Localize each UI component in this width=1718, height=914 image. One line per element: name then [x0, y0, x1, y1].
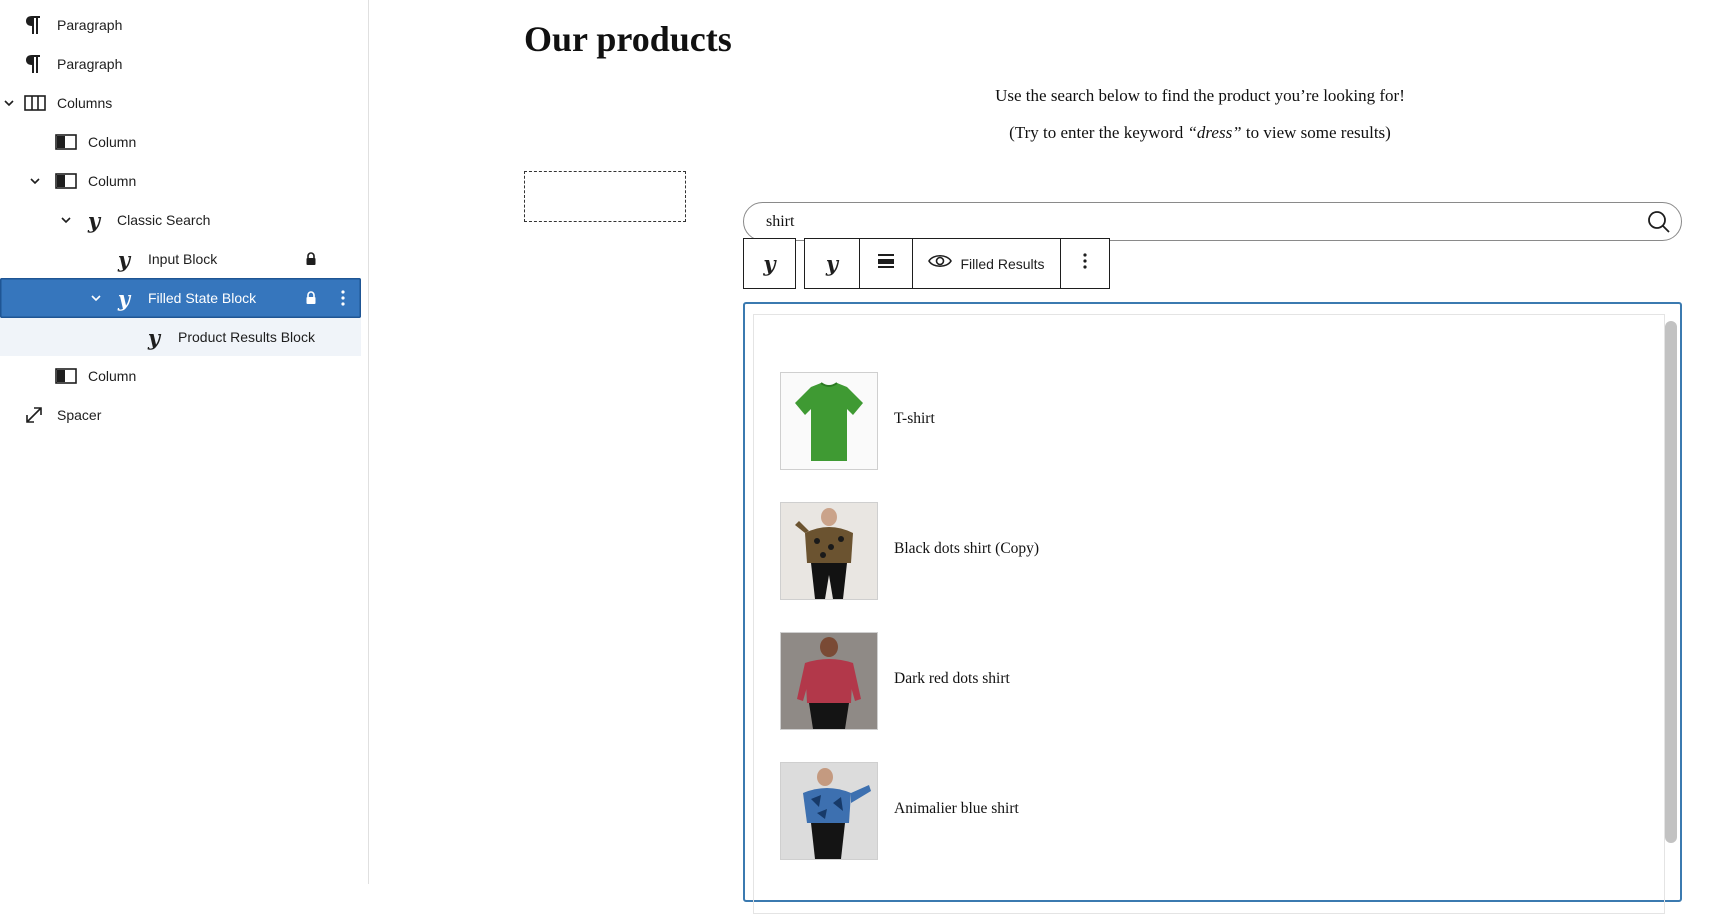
product-name[interactable]: Animalier blue shirt — [894, 800, 1019, 818]
column-icon — [54, 130, 78, 154]
block-type-button[interactable]: y — [805, 239, 860, 288]
list-item-label: Classic Search — [117, 212, 211, 228]
intro-keyword: “dress” — [1187, 123, 1242, 142]
intro-hint-pre: (Try to enter the keyword — [1009, 123, 1188, 142]
product-item-tshirt[interactable]: T-shirt — [780, 372, 1580, 472]
list-item-label: Filled State Block — [148, 290, 257, 306]
product-image-tshirt[interactable] — [780, 372, 878, 470]
product-name[interactable]: T-shirt — [894, 410, 935, 428]
more-options-button[interactable] — [1061, 239, 1109, 288]
list-item-filled-state-block[interactable]: y Filled State Block — [0, 278, 361, 318]
columns-icon — [23, 91, 47, 115]
more-options-icon[interactable] — [336, 288, 350, 308]
paragraph-icon — [22, 13, 46, 37]
list-item-product-results-block[interactable]: y Product Results Block — [0, 318, 361, 356]
product-results-block[interactable]: T-shirt Black dots shirt (Copy) Dark red… — [753, 314, 1665, 914]
list-item-paragraph-1[interactable]: Paragraph — [0, 6, 361, 44]
column-icon — [54, 364, 78, 388]
list-item-label: Column — [88, 134, 137, 150]
list-item-label: Product Results Block — [178, 329, 315, 345]
resize-icon — [22, 403, 46, 427]
paragraph-icon — [22, 52, 46, 76]
y-logo-icon: y — [763, 251, 776, 276]
y-logo-icon: y — [117, 246, 131, 272]
chevron-down-icon[interactable] — [59, 213, 73, 227]
block-toolbar: y Filled Results — [804, 238, 1110, 289]
list-item-label: Paragraph — [57, 56, 123, 72]
list-item-column-1[interactable]: Column — [0, 123, 361, 161]
chevron-down-icon[interactable] — [89, 291, 103, 305]
lock-icon — [305, 252, 317, 266]
list-item-label: Paragraph — [57, 17, 123, 33]
results-scrollbar[interactable] — [1665, 321, 1677, 843]
more-options-icon — [1082, 251, 1088, 276]
spacer-block[interactable] — [524, 171, 686, 222]
product-image-dark-red-dots-shirt[interactable] — [780, 632, 878, 730]
list-item-label: Column — [88, 368, 137, 384]
y-logo-icon: y — [147, 324, 161, 350]
lock-icon — [305, 291, 317, 305]
list-item-columns[interactable]: Columns — [0, 84, 361, 122]
list-item-label: Columns — [57, 95, 113, 111]
y-logo-icon: y — [117, 285, 131, 311]
filled-results-button[interactable]: Filled Results — [913, 239, 1061, 288]
list-item-spacer[interactable]: Spacer — [0, 396, 361, 434]
search-input[interactable]: shirt — [743, 202, 1682, 241]
list-item-label: Input Block — [148, 251, 218, 267]
list-item-column-2[interactable]: Column — [0, 162, 361, 200]
list-item-classic-search[interactable]: y Classic Search — [0, 201, 361, 239]
product-image-animalier-blue-shirt[interactable] — [780, 762, 878, 860]
column-icon — [54, 169, 78, 193]
list-view-sidebar: Paragraph Paragraph Columns Column Colum… — [0, 0, 369, 884]
chevron-down-icon[interactable] — [28, 174, 42, 188]
product-image-black-dots-shirt[interactable] — [780, 502, 878, 600]
chevron-down-icon[interactable] — [2, 96, 16, 110]
list-item-input-block[interactable]: y Input Block — [0, 240, 361, 278]
align-button[interactable] — [860, 239, 913, 288]
y-logo-icon: y — [87, 207, 101, 233]
intro-hint-post: to view some results) — [1241, 123, 1391, 142]
list-item-column-3[interactable]: Column — [0, 357, 361, 395]
intro-text[interactable]: Use the search below to find the product… — [900, 86, 1500, 106]
product-name[interactable]: Dark red dots shirt — [894, 670, 1010, 688]
align-full-icon — [877, 252, 895, 275]
intro-hint[interactable]: (Try to enter the keyword “dress” to vie… — [900, 123, 1500, 143]
y-logo-icon: y — [825, 251, 839, 276]
product-item-animalier-blue-shirt[interactable]: Animalier blue shirt — [780, 762, 1580, 862]
product-item-black-dots-shirt[interactable]: Black dots shirt (Copy) — [780, 502, 1580, 602]
search-icon[interactable] — [1647, 210, 1671, 234]
filled-results-label: Filled Results — [960, 255, 1045, 272]
product-item-dark-red-dots-shirt[interactable]: Dark red dots shirt — [780, 632, 1580, 732]
parent-block-button[interactable]: y — [743, 238, 796, 289]
search-input-value: shirt — [766, 213, 795, 230]
list-item-label: Column — [88, 173, 137, 189]
eye-icon — [928, 252, 953, 275]
list-item-paragraph-2[interactable]: Paragraph — [0, 45, 361, 83]
filled-state-block[interactable]: T-shirt Black dots shirt (Copy) Dark red… — [743, 302, 1682, 914]
product-name[interactable]: Black dots shirt (Copy) — [894, 540, 1039, 558]
page-title[interactable]: Our products — [524, 18, 732, 60]
list-item-label: Spacer — [57, 407, 102, 423]
